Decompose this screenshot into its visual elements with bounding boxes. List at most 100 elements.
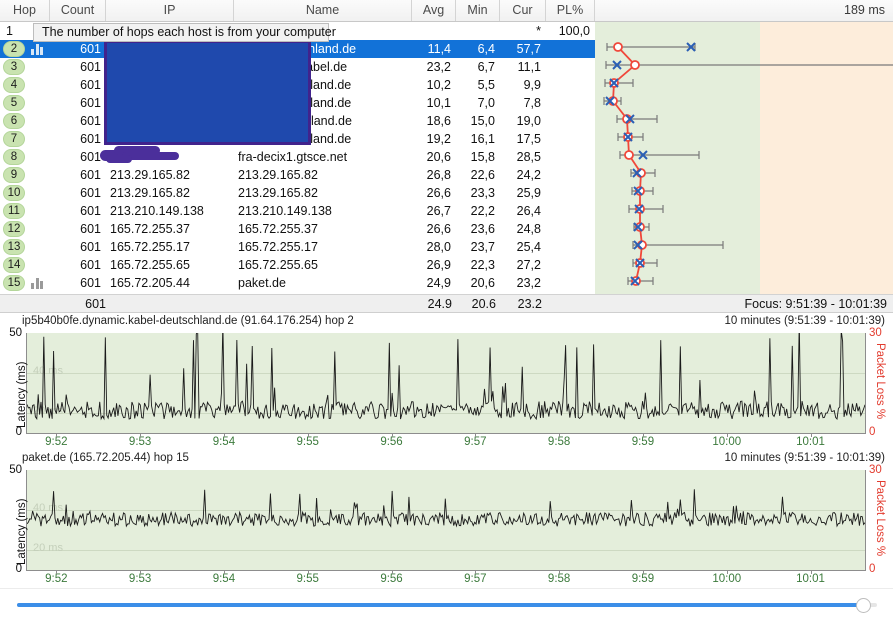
x-tick-mark	[475, 434, 477, 437]
timeseries-chart-hop15[interactable]: paket.de (165.72.205.44) hop 15 10 minut…	[0, 450, 893, 588]
table-header: Hop Count IP Name Avg Min Cur PL% 189 ms	[0, 0, 893, 22]
cell-count: 601	[80, 222, 101, 236]
x-tick-label: 9:56	[380, 573, 403, 585]
hop-number-badge: 12	[3, 221, 25, 237]
cell-count: 601	[80, 276, 101, 290]
x-tick-label: 10:00	[712, 436, 742, 448]
cell-min: 15,0	[470, 114, 495, 128]
hop-number-badge: 8	[3, 149, 25, 165]
column-header-min[interactable]: Min	[456, 0, 500, 21]
x-tick-label: 9:55	[296, 436, 319, 448]
y-axis-label-right-1: Packet Loss %	[874, 343, 886, 420]
cell-cur: 25,4	[516, 240, 541, 254]
cell-name: fra-decix1.gtsce.net	[238, 150, 348, 164]
x-tick-label: 9:56	[380, 436, 403, 448]
slider-handle[interactable]	[856, 598, 871, 613]
x-tick-mark	[391, 571, 393, 574]
cell-min: 16,1	[470, 132, 495, 146]
column-header-plpct[interactable]: PL%	[546, 0, 595, 21]
hop-number-badge: 3	[3, 59, 25, 75]
cell-cur: 57,7	[516, 42, 541, 56]
x-tick-label: 9:54	[212, 436, 236, 448]
cell-name: 165.72.255.17	[238, 240, 318, 254]
column-header-ip[interactable]: IP	[106, 0, 234, 21]
cell-min: 5,5	[477, 78, 495, 92]
hop-number-badge: 15	[3, 275, 25, 291]
redaction-blob-ip-hop8	[100, 146, 179, 163]
cell-pl	[546, 238, 595, 256]
cell-avg: 26,9	[426, 258, 451, 272]
x-tick-label: 10:01	[796, 436, 825, 448]
hop-latency-plot	[603, 42, 893, 286]
cell-pl	[546, 58, 595, 76]
cell-ip: 213.29.165.82	[110, 168, 190, 182]
cell-pl	[546, 202, 595, 220]
column-header-name[interactable]: Name	[234, 0, 412, 21]
x-axis-2	[27, 570, 865, 571]
cell-min: 22,6	[470, 168, 495, 182]
x-tick-label: 9:54	[212, 573, 236, 585]
cell-pl	[546, 148, 595, 166]
summary-min: 20.6	[471, 297, 496, 311]
cell-min: 22,3	[470, 258, 495, 272]
cell-count: 601	[80, 60, 101, 74]
cell-avg: 11,4	[427, 42, 451, 56]
x-tick-label: 9:52	[45, 573, 68, 585]
column-header-hop[interactable]: Hop	[0, 0, 50, 21]
cell-pl	[546, 94, 595, 112]
cell-ip: 165.72.255.17	[110, 240, 190, 254]
chart-range-hop2: 10 minutes (9:51:39 - 10:01:39)	[724, 315, 885, 327]
column-header-count[interactable]: Count	[50, 0, 106, 21]
cell-min: 6,7	[477, 60, 495, 74]
cell-cur: 27,2	[516, 258, 541, 272]
hop-number-badge: 13	[3, 239, 25, 255]
cell-pl	[546, 76, 595, 94]
cell-count: 601	[80, 150, 101, 164]
hop-latency-graph[interactable]	[595, 22, 893, 294]
sparkline-icon[interactable]	[31, 278, 44, 289]
cell-count: 601	[80, 204, 101, 218]
cell-min: 22,2	[470, 204, 495, 218]
cell-avg: 10,2	[426, 78, 451, 92]
cell-ip: 165.72.205.44	[110, 276, 190, 290]
timeseries-chart-hop2[interactable]: ip5b40b0fe.dynamic.kabel-deutschland.de …	[0, 313, 893, 450]
x-tick-mark	[140, 434, 142, 437]
x-tick-label: 9:58	[547, 436, 571, 448]
x-tick-mark	[559, 434, 561, 437]
cell-count: 601	[80, 96, 101, 110]
cell-pl	[546, 220, 595, 238]
cell-min: 15,8	[470, 150, 495, 164]
x-tick-mark	[56, 571, 58, 574]
header-scale-label: 189 ms	[844, 3, 885, 17]
ytick-50-1: 50	[9, 327, 22, 339]
cell-pl	[546, 40, 595, 58]
column-header-avg[interactable]: Avg	[412, 0, 456, 21]
cell-avg: 18,6	[426, 114, 451, 128]
x-tick-label: 9:59	[631, 436, 655, 448]
cell-count: 601	[80, 132, 101, 146]
ytick-right-30-2: 30	[869, 464, 882, 476]
column-header-cur[interactable]: Cur	[500, 0, 546, 21]
x-tick-mark	[307, 571, 309, 574]
ytick-right-0-2: 0	[869, 563, 876, 575]
cell-count: 601	[80, 168, 101, 182]
cell-count: 601	[80, 114, 101, 128]
cell-cur: 19,0	[516, 114, 541, 128]
ytick-right-30-1: 30	[869, 327, 882, 339]
x-tick-mark	[642, 571, 644, 574]
cell-cur: 28,5	[516, 150, 541, 164]
hop-number-badge: 4	[3, 77, 25, 93]
x-tick-mark	[391, 434, 393, 437]
ytick-right-0-1: 0	[869, 426, 876, 438]
cell-name: 213.210.149.138	[238, 204, 332, 218]
cell-pl: 100,0	[558, 24, 590, 38]
summary-count: 601	[85, 297, 106, 311]
hop-number-badge: 7	[3, 131, 25, 147]
x-tick-mark	[559, 571, 561, 574]
sparkline-icon[interactable]	[31, 44, 44, 55]
hop-column-tooltip: The number of hops each host is from you…	[33, 23, 336, 42]
redaction-box-ip-column	[104, 40, 311, 145]
x-tick-label: 9:59	[631, 573, 655, 585]
hop-number-badge: 9	[3, 167, 25, 183]
timeline-slider[interactable]	[0, 588, 893, 619]
